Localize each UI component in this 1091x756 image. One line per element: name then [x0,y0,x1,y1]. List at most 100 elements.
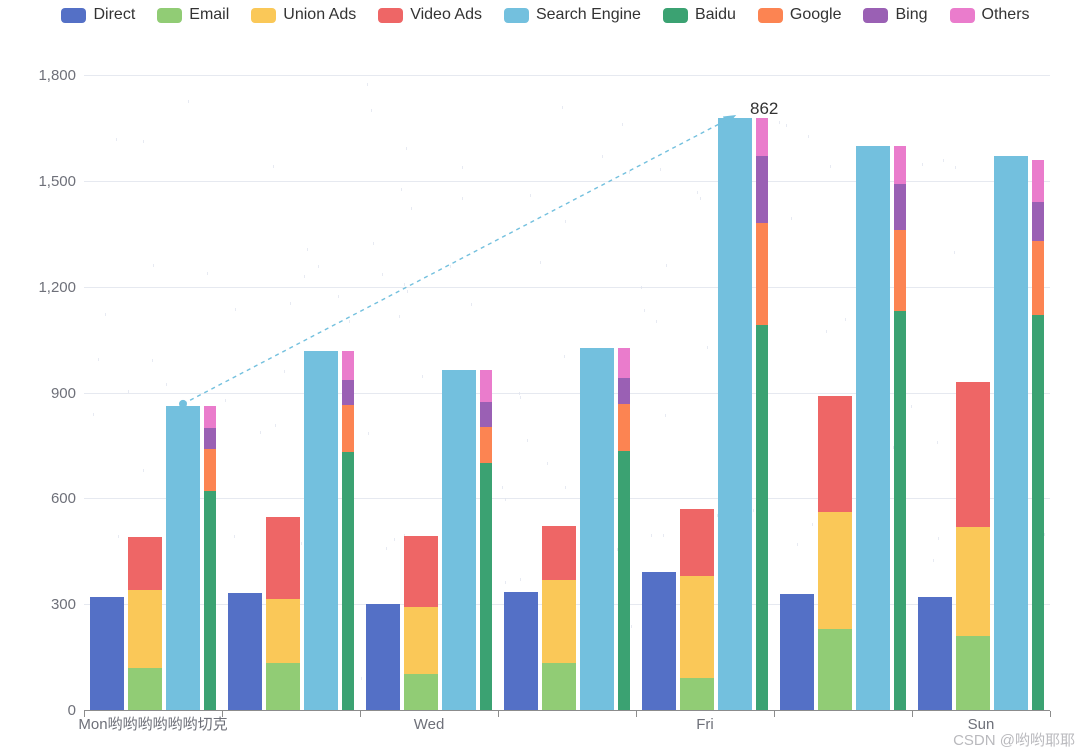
bar-engine[interactable] [480,369,492,710]
bar-segment-google[interactable] [894,230,906,312]
bar-segment-email[interactable] [128,667,162,710]
bar-segment-search-engine[interactable] [856,145,890,710]
legend-item-bing[interactable]: Bing [863,7,928,23]
bar-segment-union-ads[interactable] [266,599,300,664]
bar-segment-baidu[interactable] [342,451,354,710]
bar-segment-video-ads[interactable] [266,517,300,600]
bar-segment-bing[interactable] [894,184,906,231]
bar-direct[interactable] [780,593,814,710]
bar-ads[interactable] [404,536,438,710]
bar-segment-baidu[interactable] [1032,314,1044,710]
bar-ads[interactable] [956,381,990,710]
bar-segment-search-engine[interactable] [718,117,752,710]
bar-direct[interactable] [642,572,676,710]
bar-segment-baidu[interactable] [756,325,768,710]
bar-segment-direct[interactable] [918,597,952,710]
legend-item-baidu[interactable]: Baidu [662,7,736,23]
bar-ads[interactable] [680,508,714,710]
bar-segment-baidu[interactable] [618,451,630,710]
bar-segment-bing[interactable] [756,156,768,224]
bar-segment-baidu[interactable] [894,311,906,710]
legend-item-search-engine[interactable]: Search Engine [503,7,641,23]
bar-engine[interactable] [756,117,768,710]
bar-direct[interactable] [504,592,538,710]
bar-search[interactable] [166,405,200,710]
bar-segment-search-engine[interactable] [166,405,200,710]
bar-segment-direct[interactable] [90,597,124,710]
bar-segment-search-engine[interactable] [580,348,614,710]
bar-ads[interactable] [542,525,576,710]
bar-segment-union-ads[interactable] [956,526,990,636]
bar-segment-video-ads[interactable] [680,508,714,576]
bar-segment-email[interactable] [542,662,576,710]
bar-segment-video-ads[interactable] [404,536,438,607]
legend-item-email[interactable]: Email [157,7,229,23]
bar-ads[interactable] [128,537,162,710]
bar-segment-bing[interactable] [480,402,492,428]
bar-segment-search-engine[interactable] [304,350,338,710]
bar-segment-google[interactable] [618,403,630,452]
bar-segment-others[interactable] [756,117,768,157]
bar-segment-bing[interactable] [204,427,216,449]
bar-search[interactable] [994,156,1028,710]
bar-segment-google[interactable] [1032,240,1044,315]
bar-direct[interactable] [228,592,262,710]
bar-segment-direct[interactable] [228,592,262,710]
bar-segment-baidu[interactable] [480,462,492,710]
bar-segment-search-engine[interactable] [442,369,476,710]
bar-segment-union-ads[interactable] [542,580,576,663]
bar-segment-others[interactable] [1032,159,1044,202]
bar-segment-baidu[interactable] [204,491,216,710]
bar-segment-direct[interactable] [642,572,676,710]
bar-segment-direct[interactable] [504,592,538,710]
bar-segment-others[interactable] [204,405,216,428]
bar-ads[interactable] [266,517,300,710]
bar-segment-google[interactable] [342,405,354,452]
bar-segment-bing[interactable] [342,379,354,406]
bar-engine[interactable] [894,145,906,710]
bar-engine[interactable] [342,350,354,710]
legend-item-video-ads[interactable]: Video Ads [378,7,482,23]
bar-segment-others[interactable] [480,369,492,403]
legend-item-google[interactable]: Google [757,7,841,23]
bar-direct[interactable] [366,603,400,710]
bar-segment-bing[interactable] [618,377,630,404]
bar-segment-email[interactable] [956,635,990,710]
legend-item-union-ads[interactable]: Union Ads [251,7,356,23]
bar-segment-direct[interactable] [366,603,400,710]
bar-ads[interactable] [818,396,852,710]
bar-segment-video-ads[interactable] [956,381,990,527]
bar-segment-others[interactable] [342,350,354,380]
bar-segment-email[interactable] [404,674,438,710]
bar-segment-others[interactable] [618,348,630,378]
bar-segment-video-ads[interactable] [128,537,162,591]
bar-engine[interactable] [618,348,630,710]
bar-segment-others[interactable] [894,145,906,185]
bar-search[interactable] [304,350,338,710]
bar-segment-email[interactable] [680,678,714,710]
bar-segment-union-ads[interactable] [128,590,162,668]
bar-search[interactable] [856,145,890,710]
bar-segment-bing[interactable] [1032,202,1044,241]
bar-direct[interactable] [918,597,952,710]
bar-segment-search-engine[interactable] [994,156,1028,710]
bar-segment-email[interactable] [266,663,300,710]
bar-search[interactable] [718,117,752,710]
bar-segment-video-ads[interactable] [818,396,852,513]
bar-segment-google[interactable] [480,427,492,463]
bar-search[interactable] [442,369,476,710]
bar-segment-video-ads[interactable] [542,525,576,581]
bar-segment-google[interactable] [204,448,216,492]
bar-engine[interactable] [1032,159,1044,710]
bar-engine[interactable] [204,405,216,710]
legend-item-others[interactable]: Others [949,7,1030,23]
bar-direct[interactable] [90,597,124,710]
bar-segment-google[interactable] [756,223,768,326]
bar-search[interactable] [580,348,614,710]
bar-segment-union-ads[interactable] [404,607,438,675]
bar-segment-email[interactable] [818,628,852,710]
background-dot [368,432,369,435]
bar-segment-union-ads[interactable] [818,512,852,629]
bar-segment-union-ads[interactable] [680,575,714,679]
bar-segment-direct[interactable] [780,593,814,710]
